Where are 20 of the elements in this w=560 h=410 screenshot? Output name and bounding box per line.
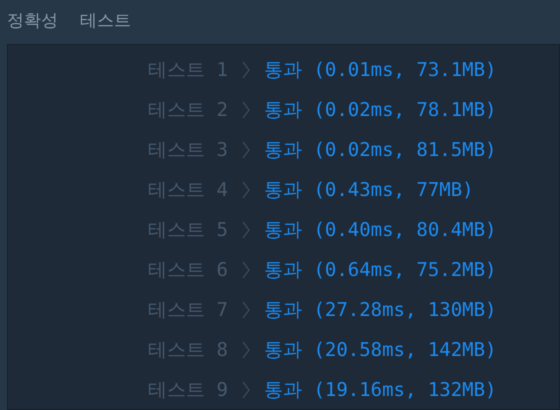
test-result: 통과 (0.43ms, 77MB) bbox=[264, 178, 474, 203]
test-result: 통과 (20.58ms, 142MB) bbox=[264, 338, 496, 363]
section-subtitle: 테스트 bbox=[80, 10, 131, 34]
test-result: 통과 (0.64ms, 75.2MB) bbox=[264, 258, 496, 283]
chevron-icon bbox=[242, 141, 250, 159]
section-title: 정확성 bbox=[7, 10, 58, 34]
test-result: 통과 (0.01ms, 73.1MB) bbox=[264, 58, 496, 83]
chevron-icon bbox=[242, 221, 250, 239]
chevron-icon bbox=[242, 261, 250, 279]
chevron-icon bbox=[242, 61, 250, 79]
chevron-icon bbox=[242, 101, 250, 119]
test-result: 통과 (19.16ms, 132MB) bbox=[264, 378, 496, 403]
chevron-icon bbox=[242, 341, 250, 359]
test-result: 통과 (27.28ms, 130MB) bbox=[264, 298, 496, 323]
chevron-icon bbox=[242, 301, 250, 319]
test-result: 통과 (0.02ms, 78.1MB) bbox=[264, 98, 496, 123]
test-result: 통과 (0.02ms, 81.5MB) bbox=[264, 138, 496, 163]
test-result: 통과 (0.40ms, 80.4MB) bbox=[264, 218, 496, 243]
chevron-icon bbox=[242, 381, 250, 399]
chevron-icon bbox=[242, 181, 250, 199]
